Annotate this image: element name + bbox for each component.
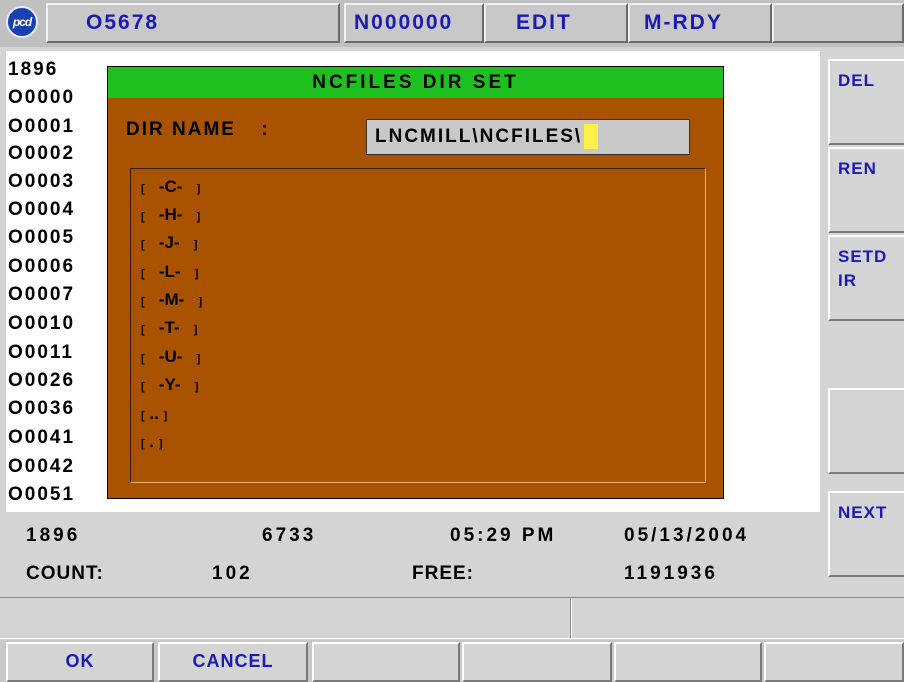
sequence-number: N000000 <box>354 11 454 34</box>
dir-entry[interactable]: [ -M- ] <box>141 286 202 314</box>
program-list-item[interactable]: O0004 <box>8 196 75 224</box>
softkey-ren[interactable]: REN <box>828 147 904 233</box>
message-bar-divider <box>570 598 572 638</box>
machine-status: M-RDY <box>644 11 723 34</box>
dir-entry[interactable]: [ -H- ] <box>141 201 200 229</box>
dir-set-dialog: NCFILES DIR SET DIR NAME : LNCMILL\NCFIL… <box>107 66 724 499</box>
current-program: 1896 <box>26 525 81 546</box>
text-cursor <box>584 124 599 150</box>
dir-entry[interactable]: [ -L- ] <box>141 258 198 286</box>
softkey-blank-6[interactable] <box>764 642 904 682</box>
program-list-item[interactable]: O0007 <box>8 281 75 309</box>
dir-entry[interactable]: [ -J- ] <box>141 229 197 257</box>
directory-list: [ -C- ] [ -H- ] [ -J- ] [ -L- ] [ -M- ] … <box>130 168 706 483</box>
bottom-softkey-bar: OK CANCEL <box>0 640 904 682</box>
top-status-bar: pcd O5678 N000000 EDIT M-RDY <box>0 0 904 47</box>
dir-entry[interactable]: [ -Y- ] <box>141 371 198 399</box>
program-list-item[interactable]: O0001 <box>8 113 75 141</box>
softkey-next[interactable]: NEXT <box>828 491 904 577</box>
sequence-number-cell: N000000 <box>344 3 484 43</box>
message-bar <box>0 597 904 639</box>
mode-indicator: EDIT <box>516 11 572 34</box>
dir-entry[interactable]: [ . ] <box>141 428 163 456</box>
dir-name-colon: : <box>261 119 270 140</box>
softkey-blank-5[interactable] <box>614 642 762 682</box>
dir-entry[interactable]: [ .. ] <box>141 400 167 428</box>
dir-entry[interactable]: [ -C- ] <box>141 173 200 201</box>
program-list-item[interactable]: O0010 <box>8 310 75 338</box>
softkey-del[interactable]: DEL <box>828 59 904 145</box>
pcd-logo-icon: pcd <box>6 6 38 38</box>
program-size: 6733 <box>262 525 317 546</box>
program-list-item[interactable]: O0026 <box>8 367 75 395</box>
count-label: COUNT: <box>26 563 104 584</box>
softkey-blank-3[interactable] <box>312 642 460 682</box>
ok-button[interactable]: OK <box>6 642 154 682</box>
softkey-setdir[interactable]: SETD IR <box>828 235 904 321</box>
dir-name-label-text: DIR NAME <box>126 119 236 140</box>
program-list-item[interactable]: O0041 <box>8 424 75 452</box>
program-list-item[interactable]: O0000 <box>8 84 75 112</box>
machine-status-cell: M-RDY <box>628 3 772 43</box>
program-list-item[interactable]: O0036 <box>8 395 75 423</box>
dir-name-label: DIR NAME : <box>126 119 270 141</box>
program-list-item[interactable]: O0003 <box>8 168 75 196</box>
program-list-item[interactable]: O0002 <box>8 140 75 168</box>
program-list-item[interactable]: O0006 <box>8 253 75 281</box>
dir-name-value: LNCMILL\NCFILES\ <box>375 126 583 147</box>
dialog-title: NCFILES DIR SET <box>108 67 723 98</box>
softkey-blank-4[interactable] <box>462 642 612 682</box>
right-softkey-panel: DEL REN SETD IR NEXT <box>822 51 904 582</box>
free-value: 1191936 <box>624 563 718 584</box>
softkey-empty[interactable] <box>828 388 904 474</box>
dir-entry[interactable]: [ -U- ] <box>141 343 200 371</box>
clock-time: 05:29 PM <box>450 525 557 546</box>
program-list-item[interactable]: O0005 <box>8 224 75 252</box>
clock-date: 05/13/2004 <box>624 525 750 546</box>
program-list-item[interactable]: O0011 <box>8 339 74 367</box>
mode-cell: EDIT <box>484 3 628 43</box>
dir-name-input[interactable]: LNCMILL\NCFILES\ <box>366 119 690 155</box>
free-label: FREE: <box>412 563 474 584</box>
empty-status-cell <box>772 3 904 43</box>
program-list-item[interactable]: 1896 <box>8 56 58 84</box>
program-list-item[interactable]: O0051 <box>8 481 75 509</box>
count-value: 102 <box>212 563 253 584</box>
program-number: O5678 <box>86 11 160 34</box>
cancel-button[interactable]: CANCEL <box>158 642 308 682</box>
program-number-cell: O5678 <box>46 3 340 43</box>
dir-entry[interactable]: [ -T- ] <box>141 314 197 342</box>
program-list-item[interactable]: O0042 <box>8 453 75 481</box>
